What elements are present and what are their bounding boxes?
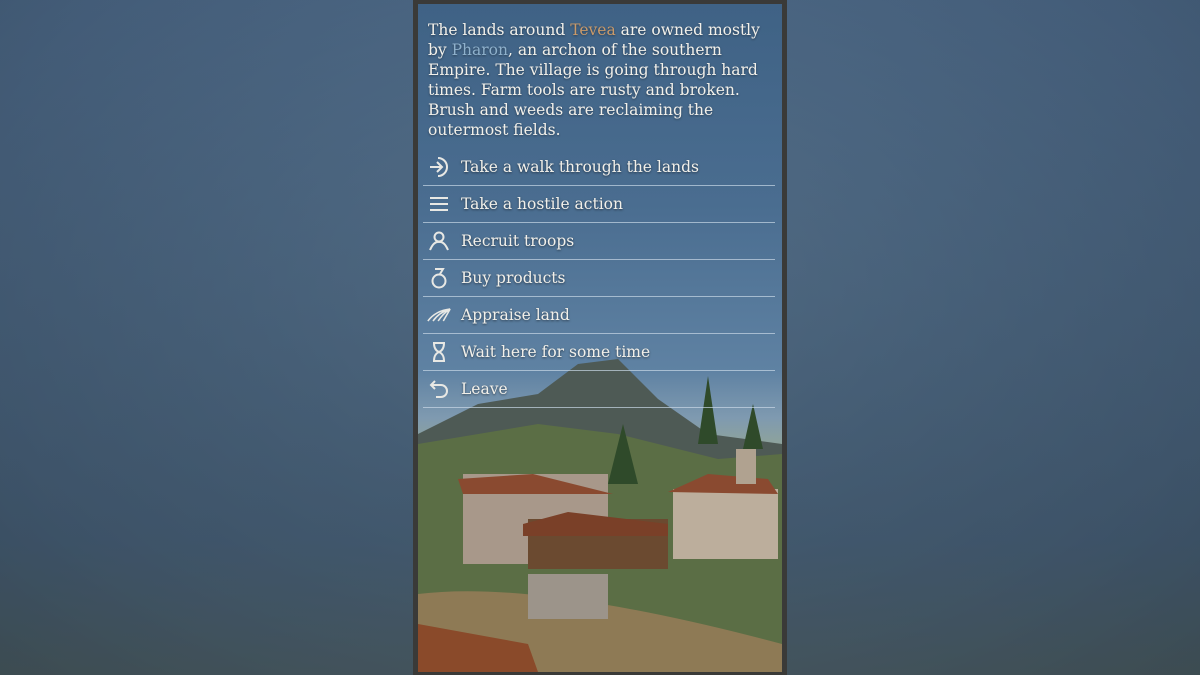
option-label: Appraise land bbox=[461, 306, 570, 324]
hourglass-icon bbox=[427, 341, 451, 363]
option-hostile-action[interactable]: Take a hostile action bbox=[423, 186, 775, 223]
menu-lines-icon bbox=[427, 193, 451, 215]
option-take-walk[interactable]: Take a walk through the lands bbox=[423, 149, 775, 186]
village-description: The lands around Tevea are owned mostly … bbox=[428, 20, 773, 140]
option-label: Recruit troops bbox=[461, 232, 575, 250]
option-buy-products[interactable]: Buy products bbox=[423, 260, 775, 297]
stone-wall bbox=[528, 574, 608, 619]
option-appraise-land[interactable]: Appraise land bbox=[423, 297, 775, 334]
option-label: Wait here for some time bbox=[461, 343, 651, 361]
village-menu-panel: The lands around Tevea are owned mostly … bbox=[413, 0, 787, 675]
option-label: Take a hostile action bbox=[461, 195, 623, 213]
panel-inner: The lands around Tevea are owned mostly … bbox=[418, 4, 782, 672]
village-name-link[interactable]: Tevea bbox=[570, 21, 615, 39]
option-leave[interactable]: Leave bbox=[423, 371, 775, 408]
option-label: Leave bbox=[461, 380, 508, 398]
enter-arrow-icon bbox=[427, 156, 451, 178]
recruit-person-icon bbox=[427, 230, 451, 252]
return-arrow-icon bbox=[427, 378, 451, 400]
village-options-menu: Take a walk through the lands Take a hos… bbox=[423, 149, 775, 408]
option-label: Buy products bbox=[461, 269, 566, 287]
sack-icon bbox=[427, 267, 451, 289]
description-text: The lands around bbox=[428, 21, 571, 39]
owner-name-link[interactable]: Pharon bbox=[452, 41, 508, 59]
option-wait[interactable]: Wait here for some time bbox=[423, 334, 775, 371]
option-recruit-troops[interactable]: Recruit troops bbox=[423, 223, 775, 260]
option-label: Take a walk through the lands bbox=[461, 158, 699, 176]
stone-house-right bbox=[673, 489, 778, 559]
field-lines-icon bbox=[427, 304, 451, 326]
